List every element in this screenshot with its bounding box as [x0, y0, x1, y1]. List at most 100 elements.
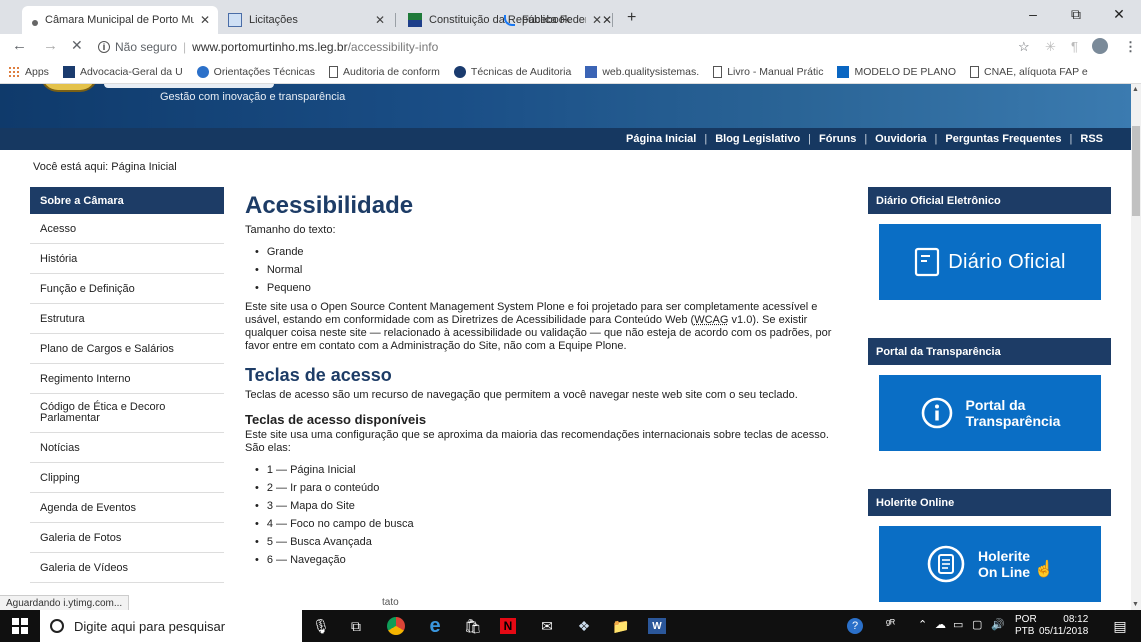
windows-start-icon[interactable]	[12, 618, 28, 634]
tab-licitacoes[interactable]: Licitações ✕	[218, 6, 393, 34]
forward-arrow-icon[interactable]: →	[43, 37, 58, 54]
info-icon[interactable]: i	[98, 41, 110, 53]
people-icon[interactable]: ᵍᴿ	[886, 618, 895, 630]
sidebar-item-historia[interactable]: História	[30, 244, 224, 274]
taskbar-search[interactable]: Digite aqui para pesquisar	[40, 610, 302, 642]
nav-foruns[interactable]: Fóruns	[811, 133, 864, 145]
access-keys-list: 1 — Página Inicial 2 — Ir para o conteúd…	[255, 461, 845, 569]
scroll-up-icon[interactable]: ▲	[1132, 86, 1139, 93]
nav-rss[interactable]: RSS	[1072, 133, 1111, 145]
sidebar-item-videos[interactable]: Galeria de Vídeos	[30, 553, 224, 583]
address-divider: |	[183, 40, 187, 54]
sidebar-item-regimento[interactable]: Regimento Interno	[30, 364, 224, 394]
sidebar-item-acesso[interactable]: Acesso	[30, 214, 224, 244]
language-indicator[interactable]: POR PTB	[1015, 614, 1037, 638]
text-size-normal[interactable]: Normal	[255, 261, 845, 279]
bookmark-modelo[interactable]: MODELO DE PLANO	[837, 65, 956, 78]
scroll-down-icon[interactable]: ▼	[1132, 601, 1139, 608]
tab-favicon-icon	[32, 20, 38, 26]
extension-pin-icon[interactable]: ✳	[1045, 39, 1056, 55]
site-banner: Gestão com inovação e transparência Pági…	[0, 84, 1131, 150]
sidebar-item-fotos[interactable]: Galeria de Fotos	[30, 523, 224, 553]
close-window-button[interactable]: ✕	[1099, 6, 1139, 23]
site-slogan: Gestão com inovação e transparência	[160, 91, 346, 103]
chrome-icon[interactable]	[386, 616, 406, 636]
bookmark-tecnicas[interactable]: Técnicas de Auditoria	[453, 65, 571, 78]
onedrive-icon[interactable]: ☁	[935, 618, 946, 631]
display-icon[interactable]: ▢	[972, 618, 982, 631]
list-item: 3 — Mapa do Site	[255, 497, 845, 515]
tab-facebook[interactable]: Facebook ✕	[498, 6, 618, 34]
site-admin-link[interactable]: Administração do Site	[391, 340, 498, 352]
plone-link[interactable]: Open Source Content Management System Pl…	[320, 301, 565, 313]
label-line: Holerite	[977, 548, 1031, 564]
address-field[interactable]: i Não seguro | www.portomurtinho.ms.leg.…	[98, 37, 998, 57]
mail-icon[interactable]: ✉	[537, 616, 557, 636]
taskbar-clock[interactable]: 08:12 05/11/2018	[1039, 614, 1088, 638]
text-size-small[interactable]: Pequeno	[255, 279, 845, 297]
sidebar-item-clipping[interactable]: Clipping	[30, 463, 224, 493]
task-view-icon[interactable]: ⧉	[346, 616, 366, 636]
clock-date: 05/11/2018	[1039, 626, 1089, 637]
microphone-icon[interactable]: 🎙	[311, 616, 331, 636]
portal-transparencia-button[interactable]: Portal da Transparência	[879, 375, 1101, 451]
profile-avatar-icon[interactable]	[1092, 38, 1108, 54]
sidebar-item-plano-cargos[interactable]: Plano de Cargos e Salários	[30, 334, 224, 364]
page-scrollbar[interactable]: ▲ ▼	[1131, 84, 1141, 610]
stop-loading-icon[interactable]: ✕	[71, 37, 83, 54]
bookmark-cnae[interactable]: CNAE, alíquota FAP e	[970, 65, 1088, 78]
minimize-button[interactable]: –	[1013, 6, 1053, 22]
sidebar-item-estrutura[interactable]: Estrutura	[30, 304, 224, 334]
edge-icon[interactable]: e	[425, 615, 445, 637]
sidebar-item-codigo-etica[interactable]: Código de Ética e Decoro Parlamentar	[30, 394, 224, 433]
menu-dots-icon[interactable]: ⋮	[1124, 39, 1137, 55]
tab-camara[interactable]: Câmara Municipal de Porto Murti ✕	[22, 6, 218, 34]
bookmark-star-icon[interactable]: ☆	[1018, 39, 1030, 55]
file-explorer-icon[interactable]: 📁	[611, 616, 631, 636]
status-bar: Aguardando i.ytimg.com...	[0, 595, 130, 611]
diario-oficial-button[interactable]: Diário Oficial	[879, 224, 1101, 300]
maximize-button[interactable]: ⧉	[1056, 6, 1096, 23]
close-tab-icon[interactable]: ✕	[375, 13, 385, 27]
tray-chevron-icon[interactable]: ⌃	[918, 618, 927, 631]
network-icon[interactable]: ▭	[953, 618, 963, 631]
page-icon	[713, 65, 723, 78]
sidebar-item-noticias[interactable]: Notícias	[30, 433, 224, 463]
label-line: On Line	[977, 564, 1031, 580]
nav-ouvidoria[interactable]: Ouvidoria	[867, 133, 934, 145]
bookmark-apps[interactable]: Apps	[8, 65, 49, 78]
sidebar-item-funcao[interactable]: Função e Definição	[30, 274, 224, 304]
nav-perguntas-frequentes[interactable]: Perguntas Frequentes	[937, 133, 1069, 145]
holerite-button[interactable]: Holerite On Line ☝	[879, 526, 1101, 602]
nav-blog-legislativo[interactable]: Blog Legislativo	[707, 133, 808, 145]
plone-team-link[interactable]: Equipe Plone	[558, 340, 623, 352]
close-tab-icon[interactable]: ✕	[200, 13, 210, 27]
back-arrow-icon[interactable]: ←	[12, 37, 27, 54]
sidebar-title: Sobre a Câmara	[30, 187, 224, 214]
close-tab-icon[interactable]: ✕	[602, 13, 612, 27]
extension-icon[interactable]: ¶	[1071, 39, 1078, 54]
word-icon[interactable]: W	[648, 618, 666, 634]
not-secure-label: Não seguro	[115, 40, 178, 54]
sidebar-item-agenda[interactable]: Agenda de Eventos	[30, 493, 224, 523]
notifications-icon[interactable]: ▤	[1110, 616, 1130, 636]
nav-pagina-inicial[interactable]: Página Inicial	[618, 133, 704, 145]
store-icon[interactable]: 🛍	[463, 616, 483, 636]
site-icon	[453, 65, 466, 78]
new-tab-button[interactable]: +	[627, 9, 636, 27]
netflix-icon[interactable]: N	[500, 618, 516, 634]
bookmark-auditoria[interactable]: Auditoria de conform	[329, 65, 440, 78]
document-icon	[915, 247, 940, 277]
bookmark-livro[interactable]: Livro - Manual Prátic	[713, 65, 823, 78]
dropbox-icon[interactable]: ❖	[574, 616, 594, 636]
image-favicon-icon	[228, 13, 242, 27]
help-icon[interactable]: ?	[847, 618, 863, 634]
scrollbar-thumb[interactable]	[1132, 126, 1140, 216]
text-size-large[interactable]: Grande	[255, 243, 845, 261]
bookmark-agu[interactable]: Advocacia-Geral da U	[62, 65, 183, 78]
wcag-guidelines-link[interactable]: Diretrizes de Acessibilidade para Conteú…	[452, 314, 688, 326]
volume-icon[interactable]: 🔊	[991, 618, 1005, 631]
label-line: Transparência	[965, 413, 1061, 429]
bookmark-quality[interactable]: web.qualitysistemas.	[585, 65, 699, 78]
bookmark-orientacoes[interactable]: Orientações Técnicas	[196, 65, 315, 78]
